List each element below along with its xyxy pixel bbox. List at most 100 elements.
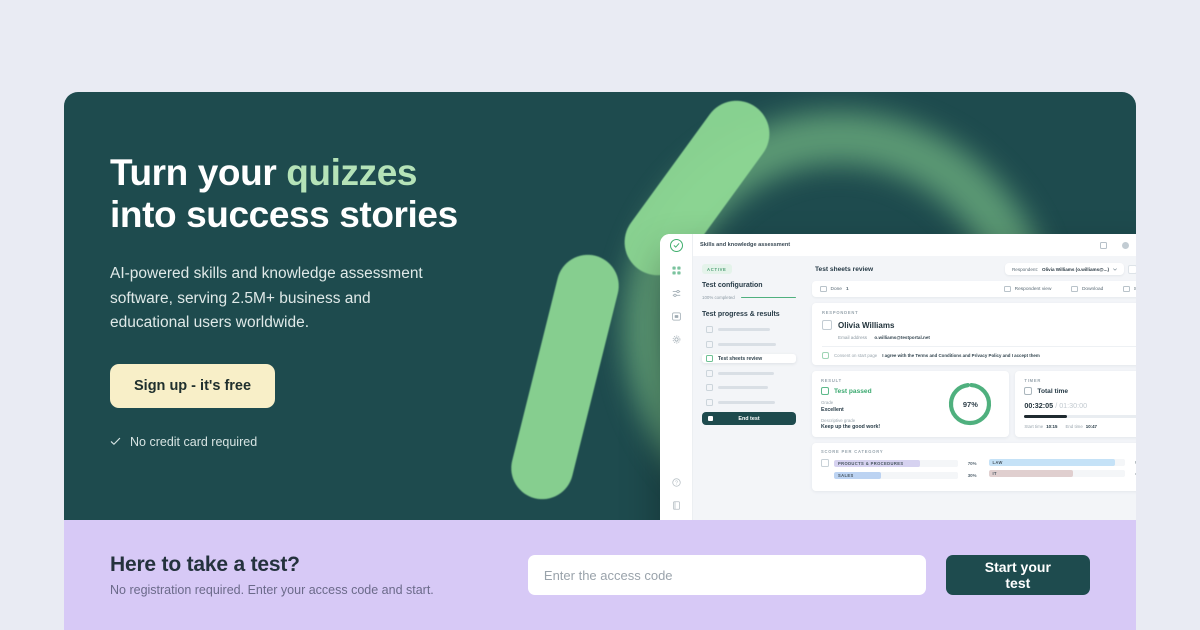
status-done: Done 1 xyxy=(820,285,849,293)
progress-bar xyxy=(740,296,796,299)
bell-icon[interactable] xyxy=(1122,241,1129,249)
list-item-icon xyxy=(706,398,713,406)
circle-check-icon xyxy=(669,239,683,252)
respondent-selector-label: Respondent: xyxy=(1011,266,1039,272)
category-bar: LAW xyxy=(988,459,1125,466)
archive-icon[interactable] xyxy=(671,311,681,321)
svg-text:?: ? xyxy=(675,480,678,486)
test-configuration-heading: Test configuration xyxy=(702,282,763,289)
category-bar-fill xyxy=(988,470,1074,477)
list-item[interactable] xyxy=(702,340,796,349)
list-item[interactable] xyxy=(702,325,796,334)
mockup-rail-bottom: ? xyxy=(671,477,681,520)
mockup-window-title: Skills and knowledge assessment xyxy=(700,242,791,248)
end-time: End time 10:47 xyxy=(1065,424,1097,429)
timer-card: TIMER Total time 00:32:05 / 01:30:00 Sta… xyxy=(1015,371,1136,437)
timer-title: Total time xyxy=(1037,387,1069,395)
time-progress-fill xyxy=(1024,415,1068,419)
info-icon[interactable] xyxy=(1100,241,1107,249)
stop-icon xyxy=(708,416,713,421)
category-percent: 40% xyxy=(1130,471,1136,476)
result-details: RESULT Test passed Grade Excellent Descr… xyxy=(821,378,880,430)
table-row: PRODUCTS & PROCEDURES 70% xyxy=(821,459,977,467)
result-status-row: Test passed xyxy=(821,387,880,395)
band-copy: Here to take a test? No registration req… xyxy=(110,553,528,597)
score-grid: PRODUCTS & PROCEDURES 70% SALES 30% LAW … xyxy=(821,459,1136,483)
grade-value: Excellent xyxy=(821,406,844,413)
grade-label: Grade xyxy=(821,400,834,405)
avatar xyxy=(822,320,832,330)
previous-respondent-button[interactable] xyxy=(1128,264,1136,274)
mockup-body: ACTIVE Test configuration 100% completed… xyxy=(693,256,1136,520)
list-item[interactable] xyxy=(702,369,796,378)
list-item-icon xyxy=(706,340,713,348)
list-item-icon xyxy=(706,326,713,333)
end-time-label: End time xyxy=(1065,424,1083,430)
category-bar: IT xyxy=(988,470,1125,477)
end-test-button[interactable]: End test xyxy=(702,412,796,425)
category-name: LAW xyxy=(992,460,1003,465)
headline-line2: into success stories xyxy=(110,194,458,236)
placeholder-bar xyxy=(718,400,775,404)
hero-copy: Turn your quizzes into success stories A… xyxy=(110,152,540,449)
book-icon[interactable] xyxy=(671,500,681,510)
sliders-icon[interactable] xyxy=(671,288,681,298)
descriptive-grade-label: Descriptive grade xyxy=(821,417,856,423)
placeholder-bar xyxy=(718,328,770,331)
mockup-middle-panel: ACTIVE Test configuration 100% completed… xyxy=(693,256,805,520)
right-panel-header: Test sheets review Respondent: Olivia Wi… xyxy=(805,256,1136,281)
test-progress-heading: Test progress & results xyxy=(702,311,780,318)
access-code-input[interactable] xyxy=(527,555,926,595)
status-badge: ACTIVE xyxy=(702,264,732,274)
clock-icon xyxy=(1024,387,1033,395)
result-caption: RESULT xyxy=(821,378,842,383)
respondent-card: RESPONDENT Olivia Williams Email address… xyxy=(812,303,1136,365)
list-item[interactable] xyxy=(702,383,796,392)
respondent-view-button[interactable]: Respondent view xyxy=(1004,285,1052,293)
download-button[interactable]: Download xyxy=(1071,285,1104,293)
download-label: Download xyxy=(1081,286,1104,292)
score-column-left: PRODUCTS & PROCEDURES 70% SALES 30% xyxy=(821,459,977,483)
category-percent: 93% xyxy=(1130,460,1136,465)
respondent-selector[interactable]: Respondent: Olivia Williams (o.williams@… xyxy=(1004,263,1124,275)
list-item-icon xyxy=(706,369,713,377)
time-progress-bar xyxy=(1024,415,1136,419)
respondent-view-label: Respondent view xyxy=(1014,286,1052,292)
hero-section: Turn your quizzes into success stories A… xyxy=(64,92,1136,520)
headline-line1-plain: Turn your xyxy=(110,152,277,193)
user-icon xyxy=(1004,285,1011,293)
hero-subhead: AI-powered skills and knowledge assessme… xyxy=(110,265,423,332)
score-column-right: LAW 93% IT 40% xyxy=(988,459,1136,483)
send-button[interactable]: Send xyxy=(1123,285,1136,293)
start-time-label: Start time xyxy=(1024,424,1044,430)
score-per-category-card: SCORE PER CATEGORY PRODUCTS & PROCEDURES xyxy=(812,443,1136,491)
list-item-icon xyxy=(706,384,713,391)
list-item[interactable] xyxy=(702,398,796,407)
respondent-caption: RESPONDENT xyxy=(822,310,859,315)
result-status: Test passed xyxy=(834,387,872,395)
calendar-icon xyxy=(820,285,827,293)
list-item-test-sheets-review[interactable]: Test sheets review xyxy=(702,354,796,363)
access-code-form: Start your test xyxy=(527,555,1090,595)
signup-button[interactable]: Sign up - it's free xyxy=(110,363,276,408)
access-code-band: Here to take a test? No registration req… xyxy=(64,520,1136,630)
right-panel-toolbar: Done 1 Respondent view Download S xyxy=(812,281,1136,297)
shield-check-icon xyxy=(822,352,829,359)
list-item-label: Test sheets review xyxy=(718,355,763,362)
start-time-value: 10:15 xyxy=(1046,424,1058,430)
email-label: Email address xyxy=(838,335,868,340)
score-ring: 97% xyxy=(946,380,994,428)
status-done-count: 1 xyxy=(845,286,849,292)
help-icon[interactable]: ? xyxy=(671,477,681,487)
placeholder-bar xyxy=(718,342,776,346)
gear-icon[interactable] xyxy=(671,334,681,344)
no-credit-card-note: No credit card required xyxy=(110,435,540,449)
score-caption: SCORE PER CATEGORY xyxy=(821,449,884,454)
start-test-button[interactable]: Start your test xyxy=(945,555,1090,595)
checkbox-check-icon xyxy=(821,387,829,395)
category-name: IT xyxy=(992,471,997,476)
grid-icon[interactable] xyxy=(671,265,681,275)
placeholder-bar xyxy=(718,386,768,389)
category-bar: SALES xyxy=(834,471,958,479)
band-heading: Here to take a test? xyxy=(110,553,300,576)
